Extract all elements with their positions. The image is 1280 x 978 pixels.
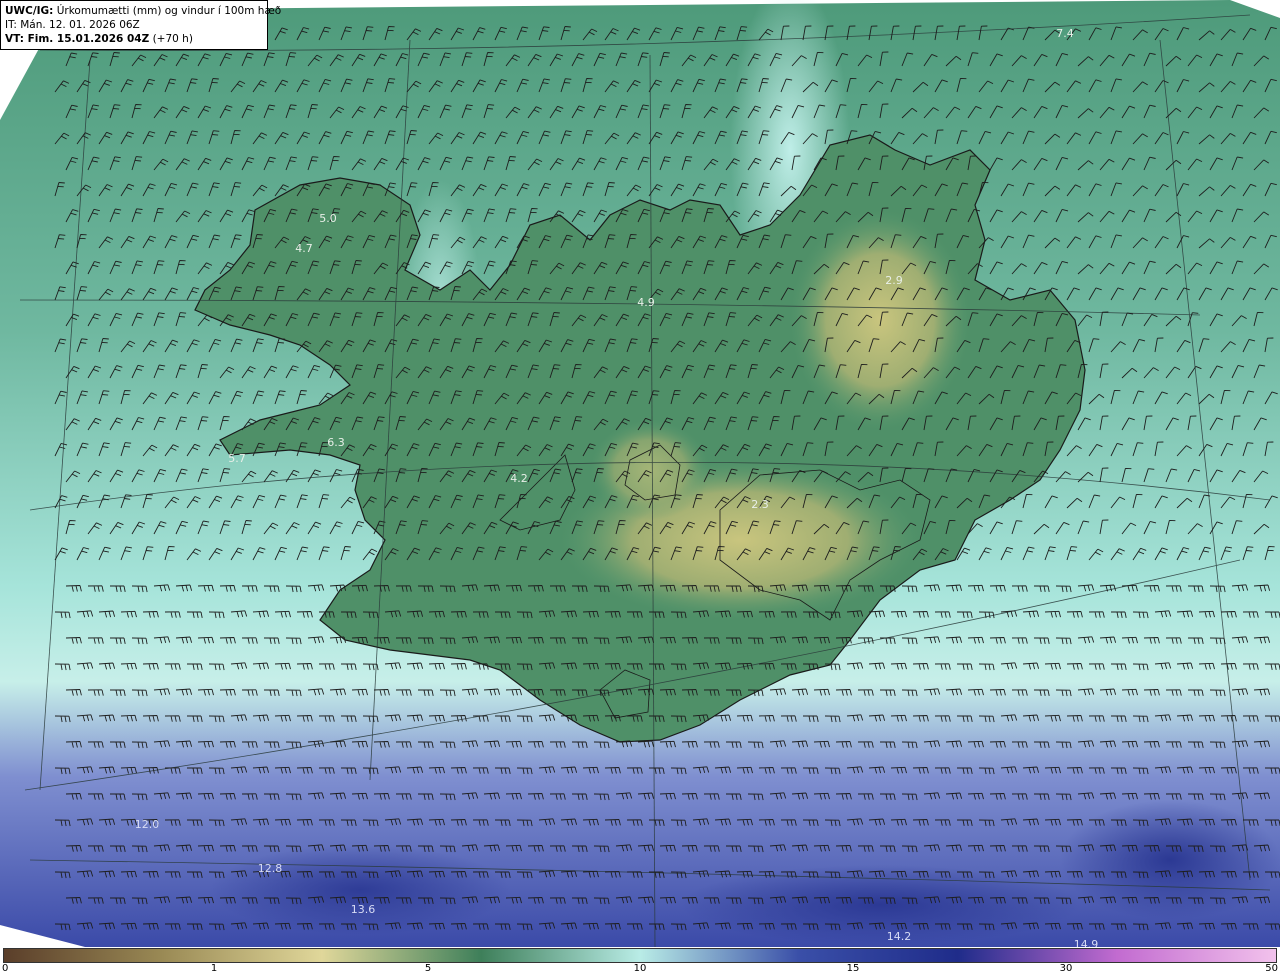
precip-label-1: 5.0 [319,212,337,225]
precip-label-4: 2.9 [885,274,903,287]
colorbar-tick-0: 0 [2,963,9,974]
colorbar-tick-15: 15 [846,963,860,974]
heavy-precip-s [680,865,1080,945]
product-title: Úrkomumætti (mm) og vindur í 100m hæð [56,5,282,17]
valid-time: VT: Fim. 15.01.2026 04Z [5,33,150,45]
model-label: UWC/IG: [5,5,54,17]
precip-label-7: 4.2 [510,472,528,485]
colorbar-gradient [3,948,1277,963]
heavy-precip-sw [210,845,510,935]
precip-label-2: 4.7 [295,242,313,255]
init-time: IT: Mán. 12. 01. 2026 06Z [5,19,140,31]
weather-map: 7.4 5.0 4.7 4.9 2.9 6.3 5.7 4.2 2.3 12.0 12.8 13.6 1… [0,0,1280,951]
heavy-precip-se [1060,800,1280,920]
colorbar-tick-30: 30 [1059,963,1073,974]
precip-label-5: 6.3 [327,436,345,449]
precip-label-11: 13.6 [351,903,376,916]
colorbar-tick-10: 10 [633,963,647,974]
precip-label-3: 4.9 [637,296,655,309]
precip-label-0: 7.4 [1056,27,1074,40]
precip-label-9: 12.0 [135,818,160,831]
colorbar-tick-50: 50 [1265,963,1278,974]
map-header: UWC/IG: Úrkomumætti (mm) og vindur í 100… [0,0,281,50]
precip-label-12: 14.2 [887,930,912,943]
lead-time: (+70 h) [152,33,193,45]
valid-time-line: VT: Fim. 15.01.2026 04Z (+70 h) [5,32,263,46]
header-title-line: UWC/IG: Úrkomumætti (mm) og vindur í 100… [5,4,281,18]
precip-label-10: 12.8 [258,862,283,875]
colorbar-tick-1: 1 [210,963,218,974]
precip-label-8: 2.3 [751,498,769,511]
colorbar: 0 1 5 10 15 30 50 [0,947,1280,978]
highland-dry-north [790,210,970,430]
colorbar-tick-5: 5 [424,963,432,974]
precip-label-6: 5.7 [228,452,246,465]
